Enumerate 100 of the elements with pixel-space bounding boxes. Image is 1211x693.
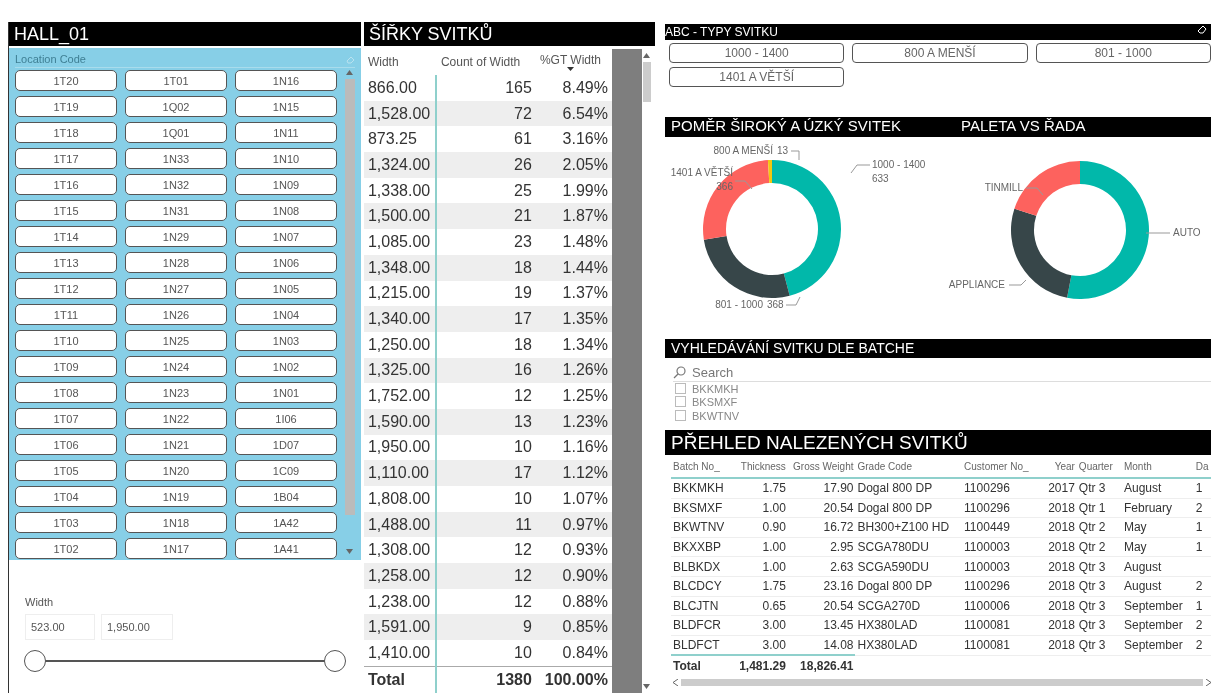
list-item[interactable]: BKSMXF (692, 395, 738, 408)
location-button[interactable]: 1N25 (125, 330, 227, 351)
column-header[interactable]: %GT Width (539, 53, 602, 67)
table-cell: BLCDCY (671, 576, 735, 597)
location-button[interactable]: 1N11 (235, 122, 337, 143)
location-button[interactable]: 1N26 (125, 304, 227, 325)
location-button[interactable]: 1N32 (125, 174, 227, 195)
location-button[interactable]: 1N01 (235, 382, 337, 403)
column-header[interactable]: Batch No_ (671, 455, 735, 478)
location-button[interactable]: 1N10 (235, 148, 337, 169)
location-button[interactable]: 1T07 (15, 408, 117, 429)
column-header[interactable]: Da (1193, 455, 1211, 478)
location-button[interactable]: 1T10 (15, 330, 117, 351)
column-header[interactable]: Customer No_ (962, 455, 1038, 478)
type-button[interactable]: 1000 - 1400 (669, 43, 845, 63)
scrollbar-thumb[interactable] (681, 679, 1203, 687)
location-button[interactable]: 1N31 (125, 200, 227, 221)
max-value-field[interactable]: 1,950.00 (101, 614, 173, 640)
location-button[interactable]: 1N29 (125, 226, 227, 247)
location-button[interactable]: 1N15 (235, 96, 337, 117)
location-button[interactable]: 1T09 (15, 356, 117, 377)
column-header[interactable]: Count of Width (440, 55, 521, 69)
list-item[interactable]: BKWTNV (692, 410, 740, 422)
scrollbar[interactable] (673, 678, 1211, 688)
location-button[interactable]: 1N06 (235, 252, 337, 273)
location-button[interactable]: 1N19 (125, 486, 227, 507)
location-button[interactable]: 1N24 (125, 356, 227, 377)
column-header[interactable]: Year (1037, 455, 1077, 478)
location-button[interactable]: 1Q02 (125, 96, 227, 117)
search-field[interactable]: Search (673, 363, 1211, 382)
checkbox[interactable] (675, 396, 686, 407)
location-button[interactable]: 1Q01 (125, 122, 227, 143)
location-button[interactable]: 1D07 (235, 434, 337, 455)
location-button[interactable]: 1T03 (15, 512, 117, 533)
slider-handle[interactable] (324, 650, 346, 672)
location-button[interactable]: 1T13 (15, 252, 117, 273)
column-header[interactable]: Grade Code (855, 455, 963, 478)
location-button[interactable]: 1N07 (235, 226, 337, 247)
location-button[interactable]: 1N18 (125, 512, 227, 533)
location-button[interactable]: 1T14 (15, 226, 117, 247)
column-header[interactable]: Thickness (734, 455, 788, 478)
location-button[interactable]: 1N05 (235, 278, 337, 299)
location-button[interactable]: 1B04 (235, 486, 337, 507)
table-cell: 1 (1193, 537, 1211, 557)
column-header[interactable]: Width (367, 55, 399, 69)
scroll-down-icon[interactable] (346, 549, 354, 554)
location-button[interactable]: 1T18 (15, 122, 117, 143)
location-button[interactable]: 1N22 (125, 408, 227, 429)
location-button[interactable]: 1T06 (15, 434, 117, 455)
location-button[interactable]: 1I06 (235, 408, 337, 429)
scroll-left-icon[interactable] (673, 679, 678, 687)
scrollbar-thumb[interactable] (642, 62, 651, 102)
location-button[interactable]: 1N21 (125, 434, 227, 455)
location-button[interactable]: 1T17 (15, 148, 117, 169)
type-button[interactable]: 1401 A VĚTŠÍ (669, 67, 845, 87)
column-header[interactable]: Quarter (1076, 455, 1122, 478)
scroll-down-icon[interactable] (643, 684, 651, 689)
type-button[interactable]: 801 - 1000 (1035, 43, 1211, 63)
location-button[interactable]: 1T20 (15, 70, 117, 91)
location-button[interactable]: 1N16 (235, 70, 337, 91)
slider-handle[interactable] (24, 650, 46, 672)
table-cell: 1,528.00 (363, 100, 436, 127)
location-button[interactable]: 1T02 (15, 538, 117, 559)
column-header[interactable]: Gross Weight (787, 455, 856, 478)
location-button[interactable]: 1C09 (235, 460, 337, 481)
location-button[interactable]: 1N17 (125, 538, 227, 559)
location-button[interactable]: 1T04 (15, 486, 117, 507)
checkbox[interactable] (675, 383, 686, 394)
location-button[interactable]: 1T01 (125, 70, 227, 91)
location-button[interactable]: 1T05 (15, 460, 117, 481)
scroll-right-icon[interactable] (1206, 679, 1211, 687)
location-button[interactable]: 1N02 (235, 356, 337, 377)
table-cell: 2018 (1037, 517, 1077, 538)
location-button[interactable]: 1N08 (235, 200, 337, 221)
table-cell: 17 (435, 460, 536, 486)
location-button[interactable]: 1T08 (15, 382, 117, 403)
location-button[interactable]: 1N23 (125, 382, 227, 403)
column-header[interactable]: Month (1121, 455, 1194, 478)
list-item[interactable]: BKKMKH (692, 382, 739, 395)
location-button[interactable]: 1A42 (235, 512, 337, 533)
location-button[interactable]: 1N03 (235, 330, 337, 351)
scroll-up-icon[interactable] (346, 70, 354, 75)
location-button[interactable]: 1A41 (235, 538, 337, 559)
range-slider[interactable] (23, 650, 347, 672)
location-button[interactable]: 1N28 (125, 252, 227, 273)
location-button[interactable]: 1T11 (15, 304, 117, 325)
location-button[interactable]: 1N33 (125, 148, 227, 169)
min-value-field[interactable]: 523.00 (25, 614, 95, 640)
location-button[interactable]: 1N09 (235, 174, 337, 195)
location-button[interactable]: 1N20 (125, 460, 227, 481)
scroll-up-icon[interactable] (643, 53, 651, 58)
location-button[interactable]: 1T16 (15, 174, 117, 195)
location-button[interactable]: 1T19 (15, 96, 117, 117)
type-button[interactable]: 800 A MENŠÍ (852, 43, 1028, 63)
location-button[interactable]: 1N27 (125, 278, 227, 299)
location-button[interactable]: 1T15 (15, 200, 117, 221)
location-button[interactable]: 1N04 (235, 304, 337, 325)
checkbox[interactable] (675, 410, 686, 421)
eraser-icon[interactable] (1197, 24, 1207, 34)
location-button[interactable]: 1T12 (15, 278, 117, 299)
